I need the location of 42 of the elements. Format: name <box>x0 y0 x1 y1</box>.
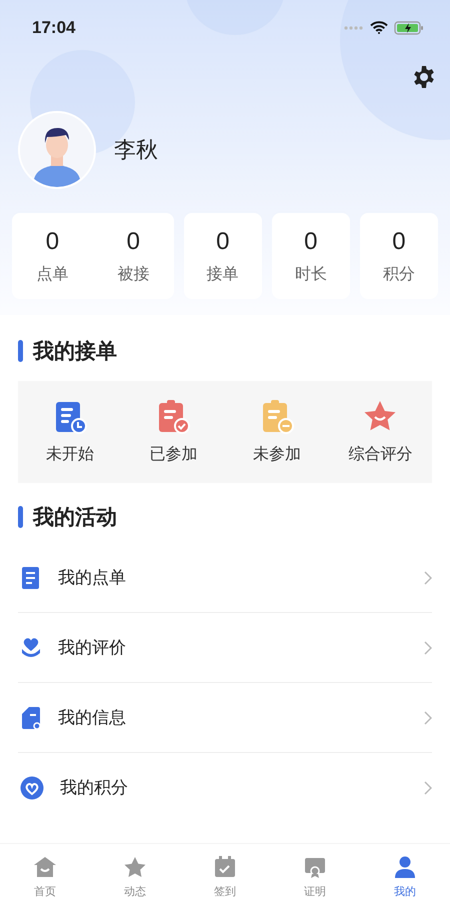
section-title: 我的接单 <box>33 338 117 365</box>
stat-item[interactable]: 0 时长 <box>272 213 350 299</box>
tab-item[interactable]: 签到 <box>180 856 270 899</box>
status-time: 17:04 <box>32 18 76 38</box>
stat-item[interactable]: 0 积分 <box>360 213 438 299</box>
section-marker <box>18 340 23 362</box>
chevron-icon <box>424 570 432 584</box>
chevron-icon <box>424 640 432 654</box>
calendar-icon <box>213 856 237 878</box>
heart-badge-icon <box>20 776 44 800</box>
star-icon <box>123 856 147 878</box>
check-clipboard-icon <box>156 400 190 434</box>
order-status-link[interactable]: 未参加 <box>252 444 301 464</box>
battery-icon <box>394 20 424 34</box>
settings-icon[interactable] <box>412 65 436 89</box>
section-marker <box>18 506 23 528</box>
tab-item[interactable]: 证明 <box>270 856 360 899</box>
certificate-icon <box>303 856 327 878</box>
stat-item[interactable]: 0 被接 <box>92 213 174 299</box>
order-status-link[interactable]: 已参加 <box>149 444 198 464</box>
section-title: 我的活动 <box>33 504 117 531</box>
user-name: 李秋 <box>114 137 158 165</box>
person-icon <box>393 856 417 878</box>
order-status-link[interactable]: 未开始 <box>46 444 94 464</box>
id-card-icon <box>20 706 42 730</box>
heart-hand-icon <box>20 636 42 660</box>
stat-item[interactable]: 0 点单 <box>12 213 93 299</box>
chevron-icon <box>424 780 432 794</box>
wifi-icon <box>370 21 388 34</box>
chevron-icon <box>424 710 432 724</box>
tab-item[interactable]: 我的 <box>360 856 450 899</box>
tab-item[interactable]: 首页 <box>0 856 90 899</box>
document-icon <box>20 566 42 590</box>
menu-row[interactable]: 我的评价 <box>18 613 432 683</box>
menu-row[interactable]: 我的点单 <box>18 543 432 613</box>
order-status-link[interactable]: 综合评分 <box>348 444 412 464</box>
menu-row[interactable]: 我的积分 <box>18 753 432 822</box>
tab-item[interactable]: 动态 <box>90 856 180 899</box>
stat-item[interactable]: 0 接单 <box>184 213 262 299</box>
home-icon <box>33 856 57 878</box>
menu-row[interactable]: 我的信息 <box>18 683 432 753</box>
signal-icon <box>344 26 364 30</box>
